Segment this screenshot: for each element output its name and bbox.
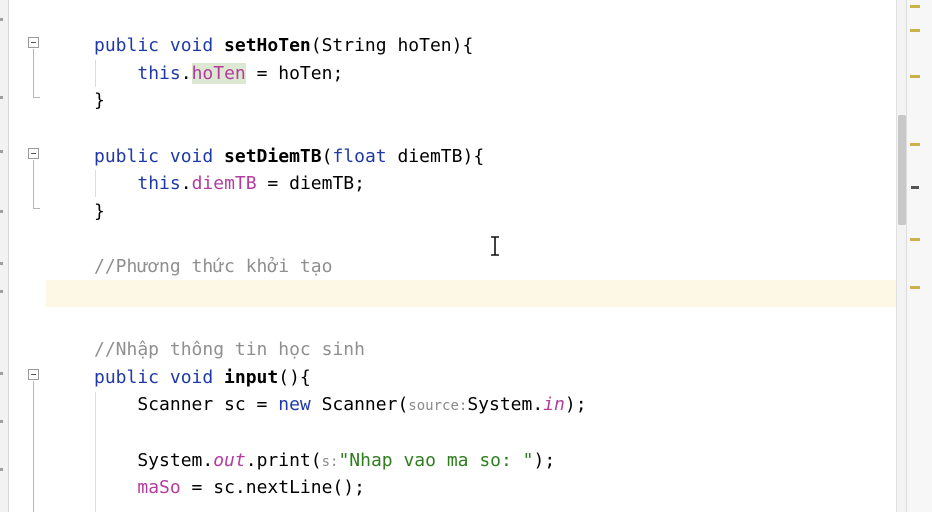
code-token: source: xyxy=(408,398,468,415)
code-token: public xyxy=(94,366,170,388)
code-token: input xyxy=(224,366,279,388)
code-token: s: xyxy=(321,453,339,470)
error-stripe[interactable] xyxy=(906,0,932,512)
fold-range-line xyxy=(33,160,34,208)
code-token: public xyxy=(94,35,170,56)
code-line[interactable]: maSo = sc.nextLine(); xyxy=(94,474,365,501)
fold-range-end xyxy=(33,97,40,98)
current-line-highlight xyxy=(46,280,896,307)
code-token: = hoTen; xyxy=(245,62,344,84)
warning-marker[interactable] xyxy=(910,286,920,289)
code-token: = sc.nextLine(); xyxy=(180,477,365,499)
warning-marker[interactable] xyxy=(910,5,920,8)
code-token: diemTB){ xyxy=(386,145,485,167)
code-token: System. xyxy=(467,394,544,416)
fold-range-end xyxy=(33,208,40,209)
code-line[interactable]: public void input(){ xyxy=(94,364,311,391)
code-token: setDiemTB xyxy=(224,145,322,167)
code-line[interactable]: this.diemTB = diemTB; xyxy=(94,170,365,197)
warning-marker[interactable] xyxy=(910,143,920,146)
fold-collapse-icon[interactable] xyxy=(28,148,39,159)
code-token: void xyxy=(169,366,225,388)
code-token: } xyxy=(94,90,105,112)
code-token: diemTB xyxy=(191,173,257,195)
code-token: Scanner sc = xyxy=(94,394,279,416)
fold-range-line xyxy=(33,381,34,512)
code-token: . xyxy=(180,173,192,195)
code-token: .print( xyxy=(245,449,322,471)
code-line[interactable]: //Nhập thông tin học sinh xyxy=(94,336,365,363)
code-line[interactable]: } xyxy=(94,87,105,114)
code-line[interactable]: } xyxy=(94,198,105,225)
code-line[interactable]: this.hoTen = hoTen; xyxy=(94,60,343,87)
code-token: //Nhập thông tin học sinh xyxy=(94,339,365,361)
code-token: (String hoTen){ xyxy=(310,35,474,56)
code-token: this xyxy=(137,62,181,84)
code-token: in xyxy=(543,394,565,416)
code-token: = diemTB; xyxy=(256,173,365,195)
code-token: ); xyxy=(533,449,556,471)
code-token: void xyxy=(169,35,225,56)
code-token: (){ xyxy=(278,366,311,388)
left-activity-strip xyxy=(0,0,9,512)
editor-gutter xyxy=(9,0,46,512)
code-token: . xyxy=(180,62,192,84)
code-token: out xyxy=(213,449,246,471)
code-token: ); xyxy=(564,394,587,416)
code-token: maSo xyxy=(137,477,181,499)
code-token: "Nhap vao ma so: " xyxy=(338,449,534,471)
code-line[interactable]: //Phương thức khởi tạo xyxy=(94,253,332,280)
code-token: this xyxy=(137,173,181,195)
code-editor[interactable]: public void setHoTen(String hoTen){ this… xyxy=(46,0,896,512)
fold-collapse-icon[interactable] xyxy=(28,37,39,48)
scrollbar-thumb[interactable] xyxy=(898,115,906,225)
caret-position-marker xyxy=(911,186,919,189)
fold-range-line xyxy=(33,49,34,97)
warning-marker[interactable] xyxy=(910,238,920,241)
code-token: //Phương thức khởi tạo xyxy=(94,256,333,278)
warning-marker[interactable] xyxy=(910,75,920,78)
code-token: public xyxy=(94,145,170,167)
code-token: ( xyxy=(321,145,333,167)
code-token: Scanner( xyxy=(310,394,409,416)
code-token: void xyxy=(169,145,225,167)
code-line[interactable]: System.out.print(s:"Nhap vao ma so: "); xyxy=(94,447,555,474)
code-line[interactable]: Scanner sc = new Scanner(source:System.i… xyxy=(94,391,587,418)
code-line[interactable]: public void setDiemTB(float diemTB){ xyxy=(94,143,484,170)
code-token: } xyxy=(94,200,105,222)
code-token: new xyxy=(278,394,311,416)
code-line[interactable]: public void setHoTen(String hoTen){ xyxy=(94,32,473,59)
code-token: setHoTen xyxy=(224,35,311,56)
warning-marker[interactable] xyxy=(910,29,920,32)
fold-collapse-icon[interactable] xyxy=(28,369,39,380)
code-token: float xyxy=(332,145,387,167)
code-token: hoTen xyxy=(191,62,246,84)
text-cursor-icon xyxy=(491,236,499,256)
code-token: System. xyxy=(94,449,214,471)
